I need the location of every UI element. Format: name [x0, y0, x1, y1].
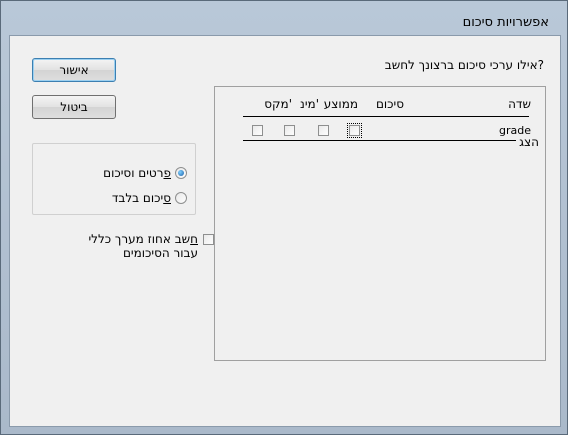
header-field: שדה	[508, 97, 531, 111]
radio-button-selected[interactable]	[175, 167, 187, 179]
title-bar[interactable]: אפשרויות סיכום	[9, 7, 561, 37]
show-group-caption: הצג	[516, 135, 542, 149]
sum-checkbox[interactable]	[347, 123, 362, 138]
dialog-window: אפשרויות סיכום אישור ביטול אילו ערכי סיכ…	[0, 0, 568, 435]
summary-values-panel: שדה סיכום ממוצע מינ' מקס' grade	[214, 86, 546, 361]
row-separator	[243, 140, 529, 141]
radio-details-and-summary[interactable]: פרטים וסיכום	[103, 166, 187, 180]
percent-checkbox[interactable]	[203, 234, 214, 245]
show-group-box: פרטים וסיכום סיכום בלבד	[32, 143, 196, 215]
ok-button[interactable]: אישור	[32, 58, 116, 82]
radio-summary-only[interactable]: סיכום בלבד	[112, 191, 187, 205]
avg-checkbox[interactable]	[318, 125, 329, 136]
header-avg: ממוצע	[323, 97, 358, 111]
radio-summary-only-label: סיכום בלבד	[111, 191, 171, 205]
radio-details-label: פרטים וסיכום	[103, 166, 171, 180]
header-separator	[243, 116, 529, 117]
percent-option-label: חשב אחוז מערך כללי עבור הסיכומים	[88, 232, 198, 260]
header-max: מקס'	[264, 97, 292, 111]
radio-button[interactable]	[175, 192, 187, 204]
summary-question-label: אילו ערכי סיכום ברצונך לחשב?	[384, 58, 544, 72]
max-checkbox[interactable]	[252, 125, 263, 136]
dialog-client-area: אישור ביטול אילו ערכי סיכום ברצונך לחשב?…	[9, 35, 561, 427]
min-checkbox[interactable]	[284, 125, 295, 136]
header-min: מינ'	[300, 97, 319, 111]
header-sum: סיכום	[375, 97, 404, 111]
radio-dot	[178, 170, 184, 176]
percent-option[interactable]: חשב אחוז מערך כללי עבור הסיכומים	[88, 232, 214, 260]
window-title: אפשרויות סיכום	[462, 15, 549, 30]
cancel-button[interactable]: ביטול	[32, 95, 116, 119]
